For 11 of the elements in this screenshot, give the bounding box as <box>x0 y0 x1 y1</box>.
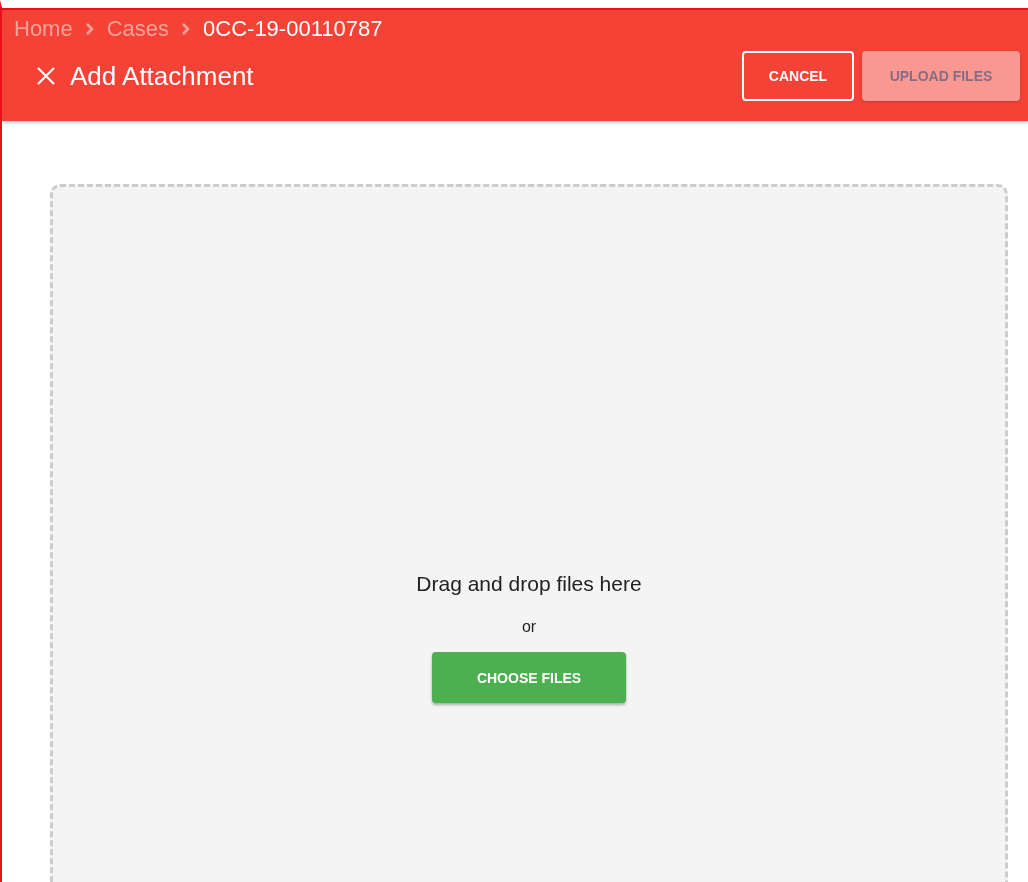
chevron-right-icon <box>84 23 95 35</box>
chevron-right-icon <box>181 23 192 35</box>
breadcrumb-link[interactable]: Cases <box>106 16 170 42</box>
action-button[interactable]: CANCEL <box>742 51 854 101</box>
drop-zone[interactable]: Drag and drop files here or CHOOSE FILES <box>50 184 1008 882</box>
choose-files-button[interactable]: CHOOSE FILES <box>432 652 626 703</box>
close-icon[interactable] <box>36 66 56 86</box>
page-title: Add Attachment <box>70 60 254 92</box>
drop-prompt: Drag and drop files here <box>416 572 642 596</box>
breadcrumb-link[interactable]: Home <box>14 16 73 42</box>
separator-text: or <box>521 618 537 636</box>
